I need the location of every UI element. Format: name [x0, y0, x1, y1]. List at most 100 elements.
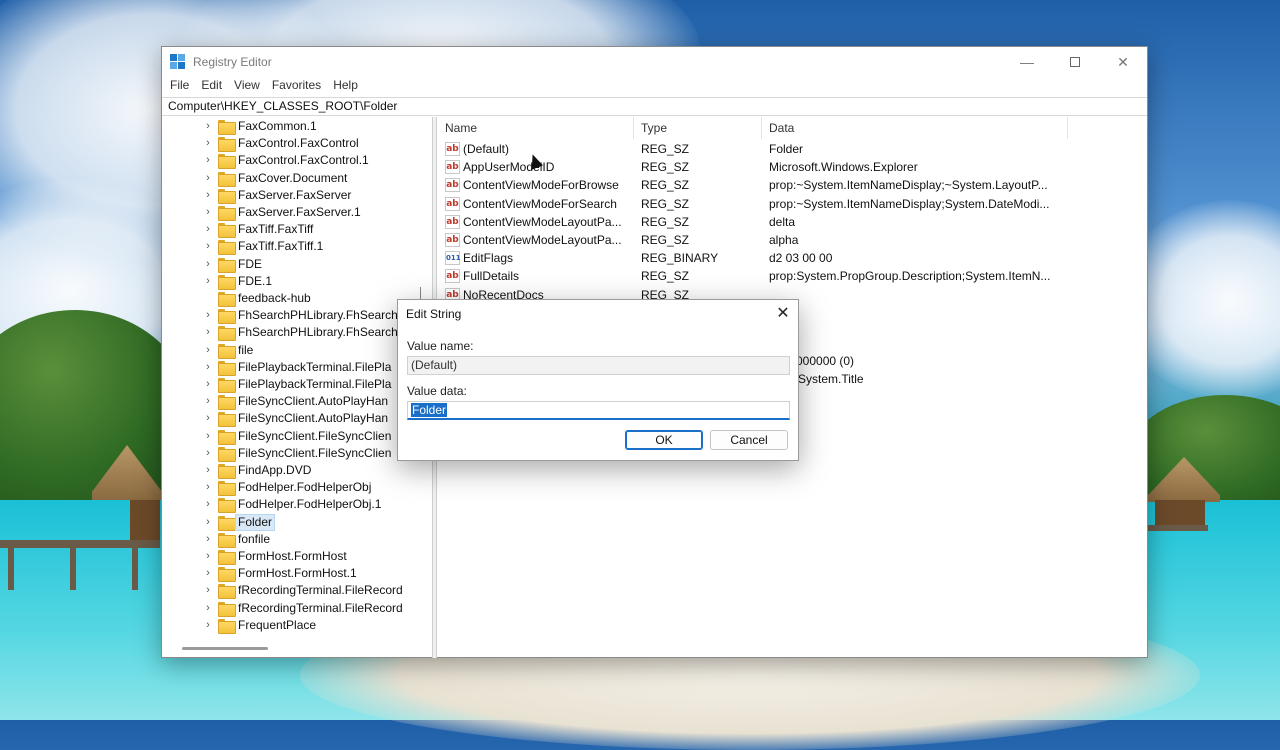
chevron-right-icon[interactable]: › — [202, 550, 214, 562]
tree-item[interactable]: › FhSearchPHLibrary.FhSearch — [162, 307, 422, 325]
tree-item[interactable]: › FrequentPlace — [162, 617, 422, 634]
value-row[interactable]: ab AppUserModelID REG_SZ Microsoft.Windows.… — [438, 158, 1138, 176]
chevron-right-icon[interactable]: › — [202, 567, 214, 579]
chevron-right-icon[interactable]: › — [202, 619, 214, 631]
chevron-right-icon[interactable]: › — [202, 326, 214, 338]
tree-item[interactable]: › FaxCommon.1 — [162, 118, 422, 135]
tree-item[interactable]: › FilePlaybackTerminal.FilePla — [162, 376, 422, 393]
chevron-right-icon[interactable]: › — [202, 240, 214, 252]
tree-item[interactable]: › FDE.1 — [162, 273, 422, 290]
menu-view[interactable]: View — [228, 77, 266, 97]
chevron-right-icon[interactable]: › — [202, 189, 214, 201]
tree-item[interactable]: › file — [162, 342, 422, 359]
tree-item[interactable]: › fRecordingTerminal.FileRecord — [162, 582, 422, 600]
folder-icon — [218, 343, 236, 359]
horizontal-scrollbar[interactable] — [182, 647, 268, 650]
menu-file[interactable]: File — [164, 77, 195, 97]
tree-item[interactable]: › FhSearchPHLibrary.FhSearch — [162, 324, 422, 342]
tree-item[interactable]: › FaxCover.Document — [162, 170, 422, 187]
tree-item[interactable]: › Folder — [162, 513, 422, 531]
chevron-right-icon[interactable]: › — [202, 275, 214, 287]
title-bar[interactable]: Registry Editor — ✕ — [162, 47, 1147, 77]
ok-button[interactable]: OK — [625, 430, 703, 450]
column-header-type[interactable]: Type — [634, 117, 762, 139]
menu-help[interactable]: Help — [327, 77, 364, 97]
chevron-right-icon[interactable]: › — [202, 361, 214, 373]
dialog-close-button[interactable]: ✕ — [770, 303, 796, 325]
chevron-right-icon[interactable]: › — [202, 430, 214, 442]
chevron-right-icon[interactable]: › — [202, 412, 214, 424]
chevron-right-icon[interactable]: › — [202, 154, 214, 166]
column-header-data[interactable]: Data — [762, 117, 1068, 139]
tree-item-label: FileSyncClient.FileSyncClien — [238, 445, 392, 460]
key-tree-pane[interactable]: › FaxCommon.1 › FaxControl.FaxControl › FaxCo… — [162, 117, 433, 658]
chevron-right-icon[interactable]: › — [202, 378, 214, 390]
tree-item[interactable]: › FaxServer.FaxServer — [162, 187, 422, 204]
tree-item-label: FDE — [238, 256, 262, 271]
menu-bar: File Edit View Favorites Help — [162, 77, 1147, 97]
chevron-right-icon[interactable]: › — [202, 464, 214, 476]
value-data: Microsoft.Windows.Explorer — [769, 160, 918, 175]
chevron-right-icon[interactable]: › — [202, 223, 214, 235]
tree-item[interactable]: › FaxControl.FaxControl — [162, 135, 422, 153]
tree-item[interactable]: › FormHost.FormHost — [162, 548, 422, 565]
tree-item[interactable]: › FaxControl.FaxControl.1 — [162, 152, 422, 170]
tree-item[interactable]: › FilePlaybackTerminal.FilePla — [162, 359, 422, 376]
minimize-button[interactable]: — — [1003, 47, 1051, 77]
tree-item[interactable]: › FileSyncClient.AutoPlayHan — [162, 393, 422, 411]
menu-edit[interactable]: Edit — [195, 77, 228, 97]
chevron-right-icon[interactable]: › — [202, 516, 214, 528]
chevron-right-icon[interactable]: › — [202, 602, 214, 614]
tree-item[interactable]: › FileSyncClient.AutoPlayHan — [162, 410, 422, 428]
tree-item-label: FaxTiff.FaxTiff — [238, 222, 314, 237]
tree-item-label: feedback-hub — [238, 291, 311, 305]
value-row[interactable]: ab ContentViewModeForSearch REG_SZ prop:~Sy… — [438, 195, 1138, 213]
chevron-right-icon[interactable]: › — [202, 481, 214, 493]
minimize-icon: — — [1020, 54, 1034, 70]
folder-icon — [218, 481, 236, 497]
tree-item-label: FhSearchPHLibrary.FhSearch — [238, 308, 398, 323]
value-row[interactable]: ab FullDetails REG_SZ prop:System.PropGroup… — [438, 267, 1138, 285]
menu-favorites[interactable]: Favorites — [266, 77, 327, 97]
chevron-right-icon[interactable]: › — [202, 309, 214, 321]
value-row[interactable]: ab ContentViewModeLayoutPa... REG_SZ alpha — [438, 231, 1138, 249]
tree-item[interactable]: › FileSyncClient.FileSyncClien — [162, 445, 422, 462]
chevron-right-icon[interactable]: › — [202, 533, 214, 545]
close-icon: ✕ — [1117, 53, 1129, 70]
close-button[interactable]: ✕ — [1099, 47, 1147, 77]
cancel-button[interactable]: Cancel — [710, 430, 788, 450]
value-row[interactable]: ab (Default) REG_SZ Folder — [438, 140, 1138, 158]
value-row[interactable]: 011 EditFlags REG_BINARY d2 03 00 00 — [438, 249, 1138, 267]
chevron-right-icon[interactable]: › — [202, 395, 214, 407]
value-row[interactable]: ab ContentViewModeLayoutPa... REG_SZ delta — [438, 213, 1138, 231]
chevron-right-icon[interactable]: › — [202, 447, 214, 459]
chevron-right-icon[interactable]: › — [202, 137, 214, 149]
maximize-button[interactable] — [1051, 47, 1099, 77]
tree-item[interactable]: › FodHelper.FodHelperObj.1 — [162, 496, 422, 514]
value-name-field[interactable]: (Default) — [407, 356, 790, 375]
tree-item[interactable]: › FDE — [162, 256, 422, 273]
tree-item[interactable]: › FormHost.FormHost.1 — [162, 565, 422, 583]
value-data-partial: System.Title — [798, 372, 864, 386]
chevron-right-icon[interactable]: › — [202, 120, 214, 132]
column-header-name[interactable]: Name — [438, 117, 634, 139]
address-bar[interactable]: Computer\HKEY_CLASSES_ROOT\Folder — [162, 97, 1147, 116]
chevron-right-icon[interactable]: › — [202, 584, 214, 596]
value-data-field[interactable]: Folder — [407, 401, 790, 420]
tree-item[interactable]: › FodHelper.FodHelperObj — [162, 479, 422, 497]
chevron-right-icon[interactable]: › — [202, 344, 214, 356]
chevron-right-icon[interactable]: › — [202, 206, 214, 218]
chevron-right-icon[interactable]: › — [202, 172, 214, 184]
tree-item[interactable]: › FaxServer.FaxServer.1 — [162, 204, 422, 221]
chevron-right-icon[interactable]: › — [202, 498, 214, 510]
tree-item[interactable]: feedback-hub — [162, 290, 422, 307]
tree-item[interactable]: › FaxTiff.FaxTiff — [162, 221, 422, 239]
tree-item[interactable]: › FindApp.DVD — [162, 462, 422, 479]
tree-item[interactable]: › FaxTiff.FaxTiff.1 — [162, 238, 422, 256]
tree-item[interactable]: › fRecordingTerminal.FileRecord — [162, 600, 422, 617]
tree-item[interactable]: › FileSyncClient.FileSyncClien — [162, 428, 422, 445]
value-row[interactable]: ab ContentViewModeForBrowse REG_SZ prop:~Sy… — [438, 176, 1138, 194]
folder-icon — [218, 567, 236, 583]
tree-item[interactable]: › fonfile — [162, 531, 422, 548]
chevron-right-icon[interactable]: › — [202, 258, 214, 270]
